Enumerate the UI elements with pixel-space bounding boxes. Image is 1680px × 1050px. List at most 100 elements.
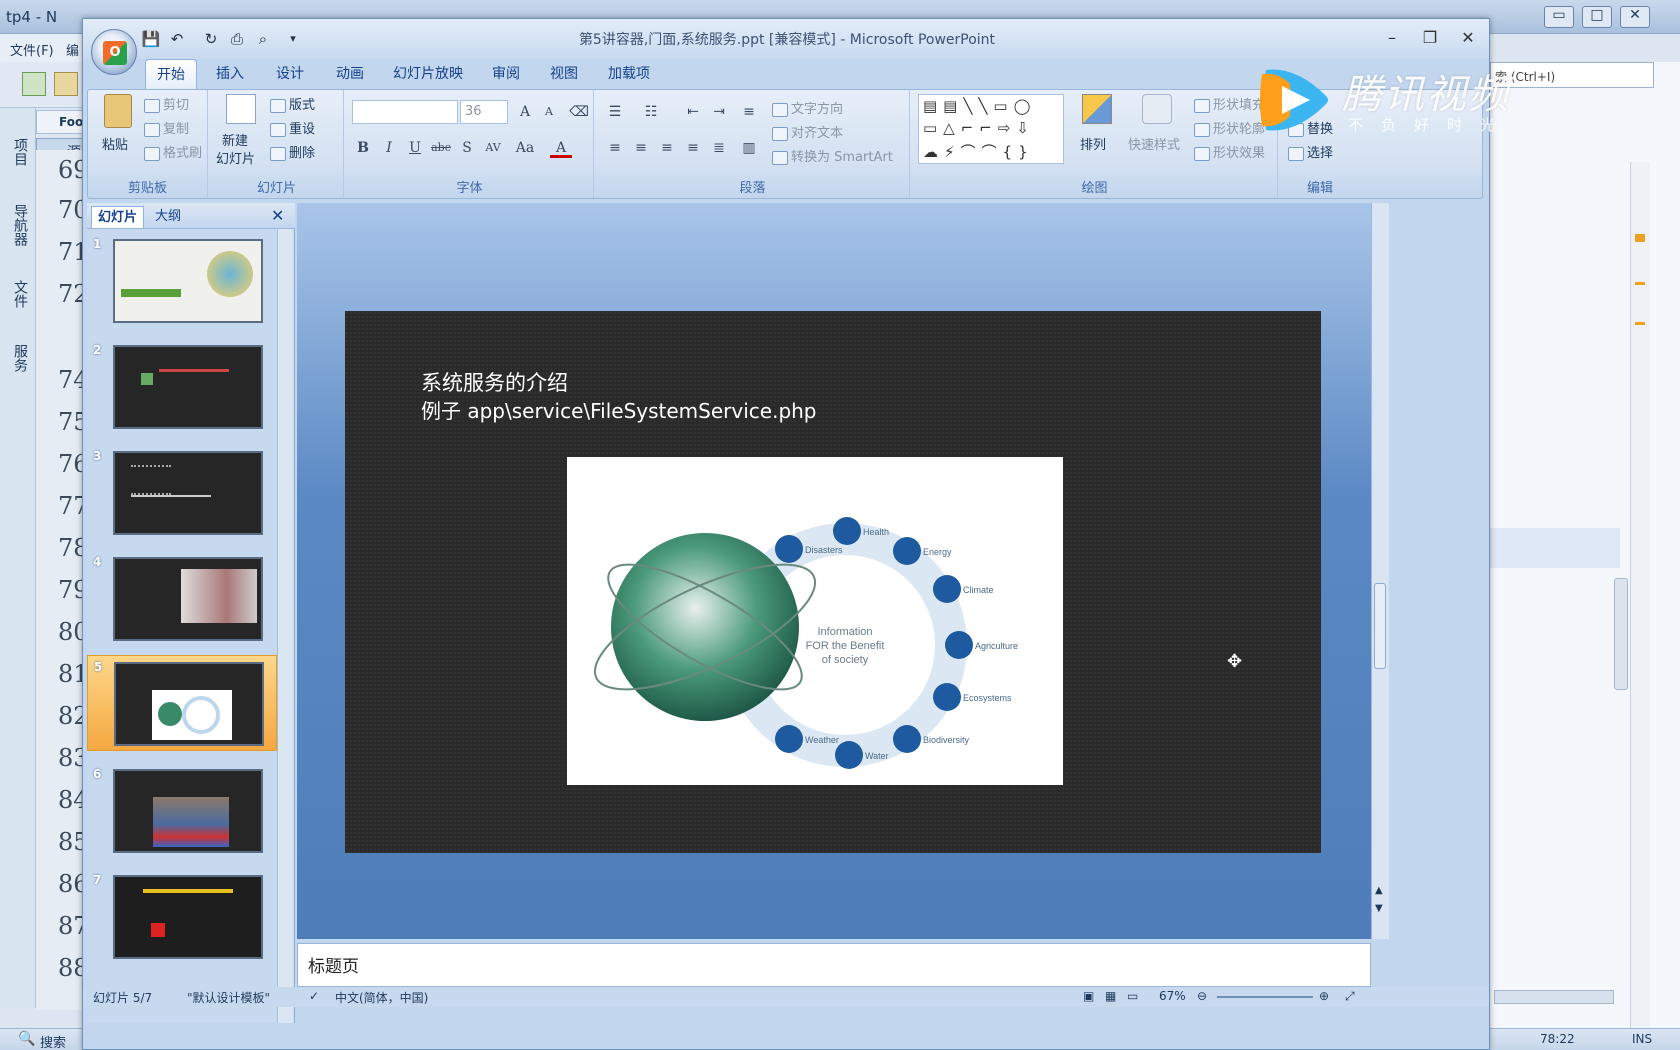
underline-icon[interactable]: U [404,138,426,158]
shapes-gallery[interactable]: ▤▤╲╲▭◯ ▭△⌐⌐⇨⇩ ☁⚡⌒⌒{} [918,94,1064,164]
previous-slide-icon[interactable]: ▲ [1375,885,1383,896]
grow-font-icon[interactable]: A [514,102,536,122]
tab-slideshow[interactable]: 幻灯片放映 [383,59,473,89]
distributed-icon[interactable]: ≣ [708,138,730,158]
new-slide-button[interactable]: 新建 幻灯片 [216,94,266,172]
fit-window-icon[interactable]: ⤢ [1345,989,1355,1004]
slide-scroll-thumb[interactable] [1374,583,1386,669]
bg-maximize-button[interactable]: □ [1582,6,1612,28]
bg-file-tab[interactable]: Foo [36,110,86,134]
tab-animations[interactable]: 动画 [323,59,377,89]
spellcheck-icon[interactable]: ✓ [309,989,319,1003]
align-text-button[interactable]: 对齐文本 [772,122,843,141]
select-button[interactable]: 选择 [1288,142,1333,161]
text-direction-button[interactable]: 文字方向 [772,98,843,117]
slide-thumbnail[interactable]: 1 [87,233,277,329]
ppt-minimize-button[interactable]: – [1377,27,1407,49]
customize-qat-icon[interactable]: ▾ [283,29,303,49]
change-case-icon[interactable]: Aa [514,138,536,158]
char-spacing-icon[interactable]: AV [482,138,504,158]
redo-icon[interactable]: ↻ [201,29,221,49]
tab-addins[interactable]: 加载项 [595,59,663,89]
bg-hscrollbar[interactable] [1494,990,1614,1004]
clear-format-icon[interactable]: ⌫ [568,102,590,122]
columns-icon[interactable]: ▥ [738,138,760,158]
open-project-icon[interactable] [54,72,78,96]
slideshow-view-icon[interactable]: ▭ [1127,989,1138,1003]
reset-button[interactable]: 重设 [270,118,315,137]
zoom-in-icon[interactable]: ⊕ [1319,989,1329,1003]
arrange-button[interactable]: 排列 [1072,94,1122,170]
pane-tab-slides[interactable]: 幻灯片 [91,206,145,228]
bg-warning-mark[interactable] [1635,234,1645,242]
justify-icon[interactable]: ≡ [682,138,704,158]
align-right-icon[interactable]: ≡ [656,138,678,158]
shrink-font-icon[interactable]: A [538,102,560,122]
slide-vertical-scrollbar[interactable]: ▲ ▼ [1371,203,1389,939]
tab-insert[interactable]: 插入 [203,59,257,89]
pane-tab-outline[interactable]: 大纲 [149,206,187,228]
print-preview-icon[interactable]: ⌕ [253,29,273,49]
smartart-button[interactable]: 转换为 SmartArt [772,146,893,165]
numbering-icon[interactable]: ☷ [640,102,662,122]
close-icon[interactable]: ✕ [271,206,284,225]
paste-button[interactable]: 粘贴 [98,94,138,170]
side-tab-files[interactable]: 文件 [12,280,28,308]
new-project-icon[interactable] [22,72,46,96]
bg-warning-mark[interactable] [1635,282,1645,285]
format-painter-button[interactable]: 格式刷 [144,142,202,161]
slide-thumbnail[interactable]: 7 [87,869,277,965]
undo-icon[interactable]: ↶ [167,29,187,49]
quick-styles-button[interactable]: 快速样式 [1126,94,1190,170]
notes-pane[interactable]: 标题页 [297,943,1371,987]
slide-title-line-2[interactable]: 例子 app\service\FileSystemService.php [421,395,817,424]
slide-thumbnail[interactable]: 4 [87,551,277,647]
slide-thumbnail[interactable]: 3 [87,445,277,541]
tab-review[interactable]: 审阅 [479,59,533,89]
slides-pane-scrollbar[interactable] [277,229,293,1023]
slide-globe-picture[interactable]: Disasters Health Energy Climate Agricult… [567,457,1063,785]
strikethrough-icon[interactable]: abc [430,138,452,158]
slide-thumbnail[interactable]: 2 [87,339,277,435]
font-size-select[interactable]: 36 [460,100,508,124]
copy-button[interactable]: 复制 [144,118,189,137]
tab-view[interactable]: 视图 [537,59,591,89]
bullets-icon[interactable]: ☰ [604,102,626,122]
bg-warning-mark[interactable] [1635,322,1645,325]
print-icon[interactable]: ⎙ [227,29,247,49]
tab-home[interactable]: 开始 [145,59,197,89]
current-slide[interactable]: 系统服务的介绍 例子 app\service\FileSystemService… [345,311,1321,853]
ppt-restore-button[interactable]: ❐ [1415,27,1445,49]
shape-effects-button[interactable]: 形状效果 [1194,142,1265,161]
cut-button[interactable]: 剪切 [144,94,189,113]
increase-indent-icon[interactable]: ⇥ [708,102,730,122]
office-button[interactable]: O [91,29,137,75]
normal-view-icon[interactable]: ▣ [1083,989,1094,1003]
align-center-icon[interactable]: ≡ [630,138,652,158]
bold-icon[interactable]: B [352,138,374,158]
search-icon[interactable]: 🔍 [18,1031,35,1047]
bg-menu-file[interactable]: 文件(F) [10,40,54,59]
bg-minimize-button[interactable]: ▭ [1544,6,1574,28]
shape-outline-button[interactable]: 形状轮廓 [1194,118,1265,137]
slide-thumbnail-selected[interactable]: 5 [87,655,277,751]
shadow-icon[interactable]: S [456,138,478,158]
shape-fill-button[interactable]: 形状填充 [1194,94,1265,113]
bg-close-button[interactable]: ✕ [1620,6,1650,28]
tab-design[interactable]: 设计 [263,59,317,89]
bg-scrollbar-thumb[interactable] [1614,578,1628,690]
font-color-icon[interactable]: A [550,138,572,158]
side-tab-navigator[interactable]: 导航器 [12,204,28,246]
slide-title-line-1[interactable]: 系统服务的介绍 [421,367,568,397]
zoom-slider[interactable] [1217,996,1313,998]
bg-menu-edit[interactable]: 编 [66,40,79,59]
font-name-select[interactable] [352,100,458,124]
decrease-indent-icon[interactable]: ⇤ [682,102,704,122]
align-left-icon[interactable]: ≡ [604,138,626,158]
line-spacing-icon[interactable]: ≡ [738,102,760,122]
next-slide-icon[interactable]: ▼ [1375,903,1383,914]
layout-button[interactable]: 版式 [270,94,315,113]
side-tab-project[interactable]: 项目 [12,138,28,166]
ppt-close-button[interactable]: ✕ [1453,27,1483,49]
delete-slide-button[interactable]: 删除 [270,142,315,161]
